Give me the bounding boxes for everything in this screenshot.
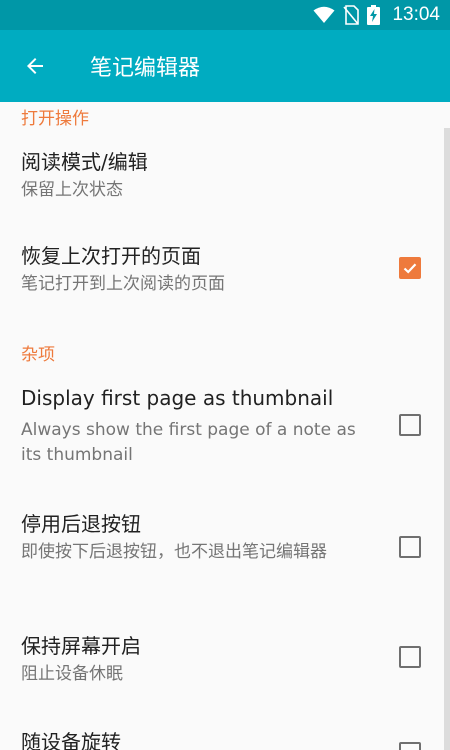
status-time: 13:04 [392, 4, 440, 25]
preferences-list[interactable]: 打开操作 阅读模式/编辑 保留上次状态 恢复上次打开的页面 笔记打开到上次阅读的… [0, 102, 450, 750]
pref-title: Display first page as thumbnail [21, 386, 334, 410]
pref-title: 停用后退按钮 [21, 512, 141, 536]
pref-keep-screen-on[interactable]: 保持屏幕开启 阻止设备休眠 [0, 622, 444, 692]
category-open-actions: 打开操作 [21, 109, 89, 129]
pref-summary: 笔记打开到上次阅读的页面 [21, 274, 225, 294]
pref-summary: 即使按下后退按钮，也不退出笔记编辑器 [21, 542, 327, 562]
pref-restore-last-page[interactable]: 恢复上次打开的页面 笔记打开到上次阅读的页面 [0, 232, 444, 302]
rotate-checkbox[interactable] [399, 742, 421, 750]
pref-title: 随设备旋转 [21, 730, 121, 750]
category-misc: 杂项 [21, 345, 55, 365]
pref-summary: 阻止设备休眠 [21, 664, 123, 684]
pref-title: 保持屏幕开启 [21, 634, 141, 658]
pref-title: 阅读模式/编辑 [21, 150, 148, 174]
pref-disable-back-button[interactable]: 停用后退按钮 即使按下后退按钮，也不退出笔记编辑器 [0, 500, 444, 592]
pref-title: 恢复上次打开的页面 [21, 244, 201, 268]
app-bar: 笔记编辑器 [0, 30, 450, 102]
thumbnail-checkbox[interactable] [399, 414, 421, 436]
pref-summary: Always show the first page of a note as … [21, 420, 356, 465]
check-icon [403, 263, 417, 274]
no-sim-icon [343, 5, 360, 25]
page-title: 笔记编辑器 [90, 56, 201, 81]
wifi-icon [313, 6, 335, 24]
pref-thumbnail[interactable]: Display first page as thumbnail Always s… [0, 378, 444, 470]
disable-back-checkbox[interactable] [399, 536, 421, 558]
back-button[interactable] [0, 30, 70, 102]
status-bar: 13:04 [0, 0, 450, 30]
scrollbar[interactable] [444, 128, 450, 750]
battery-charging-icon [367, 5, 381, 25]
restore-page-checkbox[interactable] [399, 257, 421, 279]
pref-summary: 保留上次状态 [21, 180, 123, 200]
pref-rotate-with-device[interactable]: 随设备旋转 [0, 718, 444, 750]
arrow-left-icon [27, 58, 43, 74]
keep-screen-on-checkbox[interactable] [399, 646, 421, 668]
pref-read-mode[interactable]: 阅读模式/编辑 保留上次状态 [0, 138, 444, 210]
